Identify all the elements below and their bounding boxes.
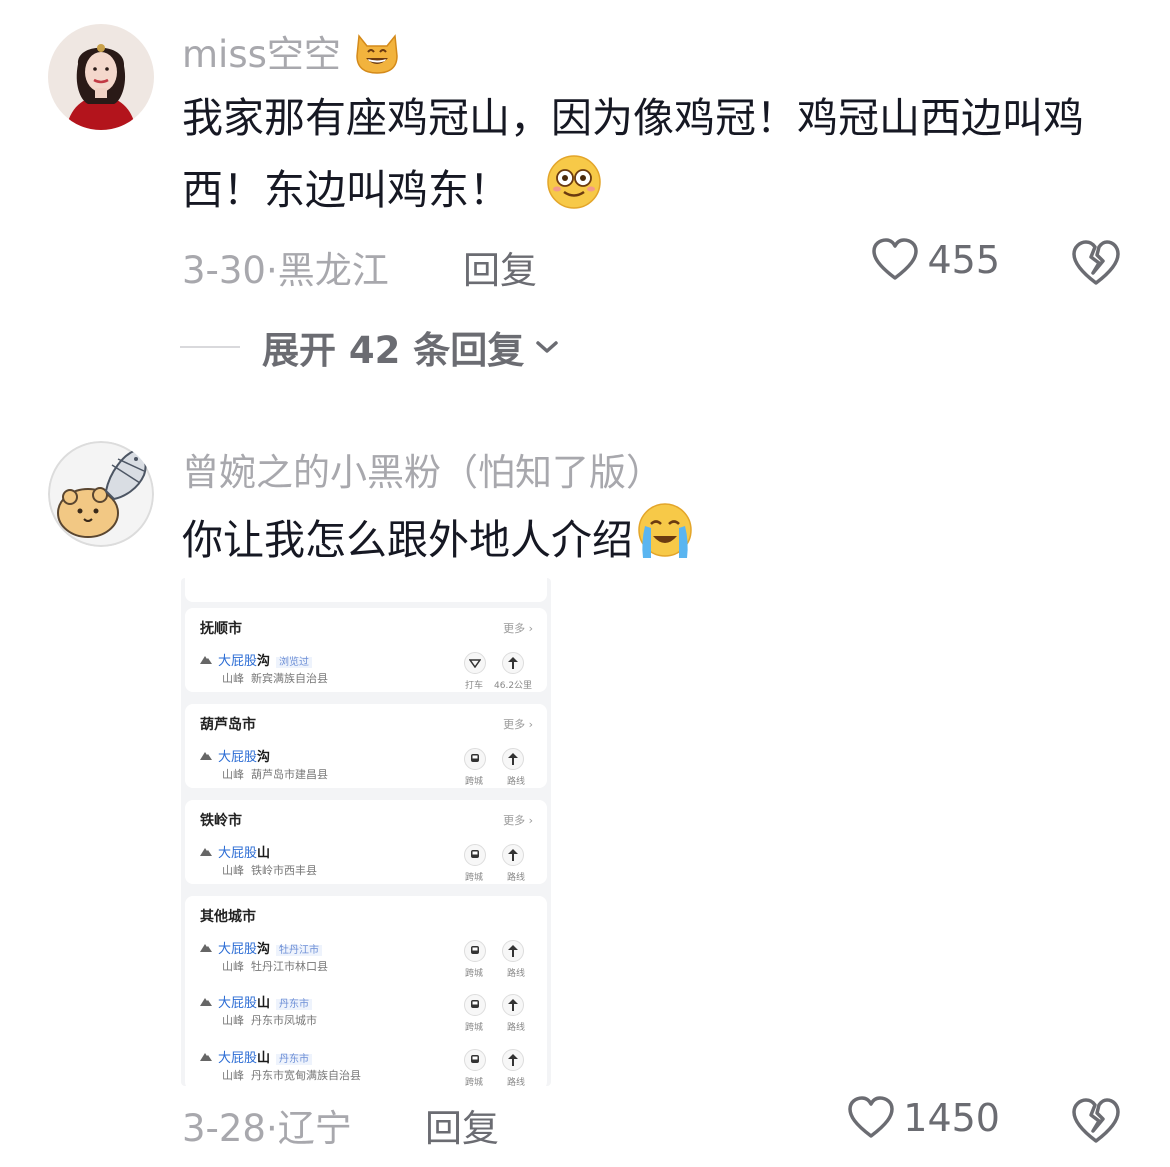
route-button[interactable] bbox=[502, 940, 524, 962]
intercity-button[interactable] bbox=[464, 1049, 486, 1071]
taxi-button[interactable] bbox=[464, 652, 486, 674]
city-title: 其他城市 bbox=[200, 909, 256, 925]
intercity-button[interactable] bbox=[464, 844, 486, 866]
mountain-icon bbox=[200, 998, 212, 1006]
taxi-icon bbox=[469, 659, 481, 668]
mountain-icon bbox=[200, 848, 212, 856]
route-arrow-icon bbox=[508, 657, 518, 669]
reply-button[interactable]: 回复 bbox=[463, 240, 537, 294]
intercity-button[interactable] bbox=[464, 994, 486, 1016]
heart-icon bbox=[872, 238, 919, 280]
place-subtitle: 山峰 新宾满族自治县 bbox=[222, 672, 328, 685]
place-subtitle: 山峰 牡丹江市林口县 bbox=[222, 960, 328, 973]
route-arrow-icon bbox=[508, 1054, 518, 1066]
dislike-button[interactable] bbox=[1071, 1097, 1121, 1145]
comment-meta: 3-30·黑龙江 bbox=[182, 249, 389, 292]
city-title: 葫芦岛市 bbox=[200, 717, 256, 733]
avatar[interactable] bbox=[48, 24, 154, 130]
expand-replies-label[interactable]: 展开 42 条回复 bbox=[262, 320, 524, 374]
intercity-button[interactable] bbox=[464, 748, 486, 770]
route-button[interactable] bbox=[502, 994, 524, 1016]
more-link[interactable]: 更多 › bbox=[503, 620, 533, 636]
mountain-icon bbox=[200, 752, 212, 760]
crying-laugh-emoji bbox=[633, 502, 697, 584]
result-card: 抚顺市 更多 › 大屁股沟 浏览过 山峰 新宾满族自治县 打车 46.2公里 bbox=[185, 608, 547, 692]
train-icon bbox=[471, 1000, 479, 1008]
like-button[interactable]: 1450 bbox=[847, 1096, 1000, 1140]
place-name[interactable]: 大屁股山 丹东市 bbox=[218, 1047, 313, 1066]
broken-heart-icon bbox=[1072, 240, 1120, 285]
place-subtitle: 山峰 丹东市宽甸满族自治县 bbox=[222, 1069, 361, 1082]
intercity-button[interactable] bbox=[464, 940, 486, 962]
comment-text: 你让我怎么跟外地人介绍 bbox=[182, 502, 697, 584]
comment-date: 3-28 bbox=[182, 1107, 266, 1150]
route-button[interactable] bbox=[502, 748, 524, 770]
comment-date: 3-30 bbox=[182, 249, 266, 292]
more-link[interactable]: 更多 › bbox=[503, 716, 533, 732]
place-name[interactable]: 大屁股山 丹东市 bbox=[218, 992, 313, 1011]
cat-grin-emoji bbox=[353, 30, 401, 83]
train-icon bbox=[471, 1055, 479, 1063]
broken-heart-icon bbox=[1072, 1098, 1120, 1143]
train-icon bbox=[471, 946, 479, 954]
city-title: 铁岭市 bbox=[200, 813, 242, 829]
place-subtitle: 山峰 丹东市凤城市 bbox=[222, 1014, 317, 1027]
route-button[interactable] bbox=[502, 844, 524, 866]
reply-button[interactable]: 回复 bbox=[425, 1098, 499, 1152]
username[interactable]: miss空空 bbox=[182, 24, 401, 83]
heart-icon bbox=[848, 1096, 895, 1138]
route-button[interactable] bbox=[502, 1049, 524, 1071]
mountain-icon bbox=[200, 1053, 212, 1061]
result-card: 葫芦岛市 更多 › 大屁股沟 山峰 葫芦岛市建昌县 跨城 路线 bbox=[185, 704, 547, 788]
place-subtitle: 山峰 葫芦岛市建昌县 bbox=[222, 768, 328, 781]
mountain-icon bbox=[200, 944, 212, 952]
like-count: 455 bbox=[927, 238, 1000, 282]
comment-text: 我家那有座鸡冠山，因为像鸡冠！鸡冠山西边叫鸡西！东边叫鸡东！ bbox=[182, 82, 1122, 232]
result-card: 铁岭市 更多 › 大屁股山 山峰 铁岭市西丰县 跨城 路线 bbox=[185, 800, 547, 884]
place-name[interactable]: 大屁股沟 浏览过 bbox=[218, 650, 313, 669]
train-icon bbox=[471, 850, 479, 858]
route-arrow-icon bbox=[508, 753, 518, 765]
dislike-button[interactable] bbox=[1071, 239, 1121, 287]
route-arrow-icon bbox=[508, 999, 518, 1011]
divider bbox=[180, 346, 240, 348]
place-name[interactable]: 大屁股沟 牡丹江市 bbox=[218, 938, 323, 957]
username[interactable]: 曾婉之的小黑粉（怕知了版） bbox=[182, 442, 663, 496]
search-bar bbox=[185, 578, 547, 602]
comment-location: 黑龙江 bbox=[277, 249, 389, 292]
route-arrow-icon bbox=[508, 849, 518, 861]
place-name[interactable]: 大屁股沟 bbox=[218, 746, 270, 765]
more-link[interactable]: 更多 › bbox=[503, 812, 533, 828]
avatar[interactable] bbox=[48, 441, 154, 547]
mountain-icon bbox=[200, 656, 212, 664]
username-text[interactable]: miss空空 bbox=[182, 33, 341, 76]
comment-location: 辽宁 bbox=[277, 1107, 352, 1150]
attached-image[interactable]: 抚顺市 更多 › 大屁股沟 浏览过 山峰 新宾满族自治县 打车 46.2公里 葫芦… bbox=[181, 578, 551, 1086]
place-subtitle: 山峰 铁岭市西丰县 bbox=[222, 864, 317, 877]
route-button[interactable] bbox=[502, 652, 524, 674]
comment-meta: 3-28·辽宁 bbox=[182, 1107, 352, 1150]
like-count: 1450 bbox=[903, 1096, 1000, 1140]
result-card: 其他城市 大屁股沟 牡丹江市 山峰 牡丹江市林口县 跨城 路线 大屁股山 丹东市 山… bbox=[185, 896, 547, 1086]
chevron-down-icon bbox=[536, 341, 559, 353]
like-button[interactable]: 455 bbox=[871, 238, 1000, 282]
train-icon bbox=[471, 754, 479, 762]
place-name[interactable]: 大屁股山 bbox=[218, 842, 270, 861]
route-arrow-icon bbox=[508, 945, 518, 957]
dazed-smile-emoji bbox=[545, 154, 603, 232]
expand-replies-button[interactable]: 展开 42 条回复 bbox=[180, 320, 560, 374]
city-title: 抚顺市 bbox=[200, 621, 242, 637]
